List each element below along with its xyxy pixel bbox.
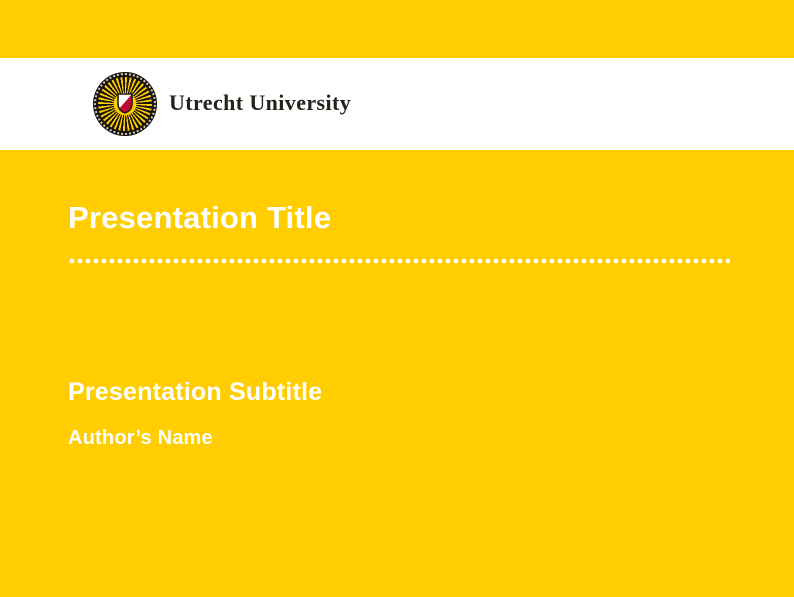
slide-body: Presentation Title Presentation Subtitle…: [0, 0, 794, 597]
author-name: Author’s Name: [68, 427, 213, 450]
dotted-separator: [68, 257, 730, 265]
title-slide: Utrecht University Presentation Title Pr…: [0, 0, 794, 597]
presentation-title: Presentation Title: [68, 200, 331, 236]
presentation-subtitle: Presentation Subtitle: [68, 378, 322, 407]
